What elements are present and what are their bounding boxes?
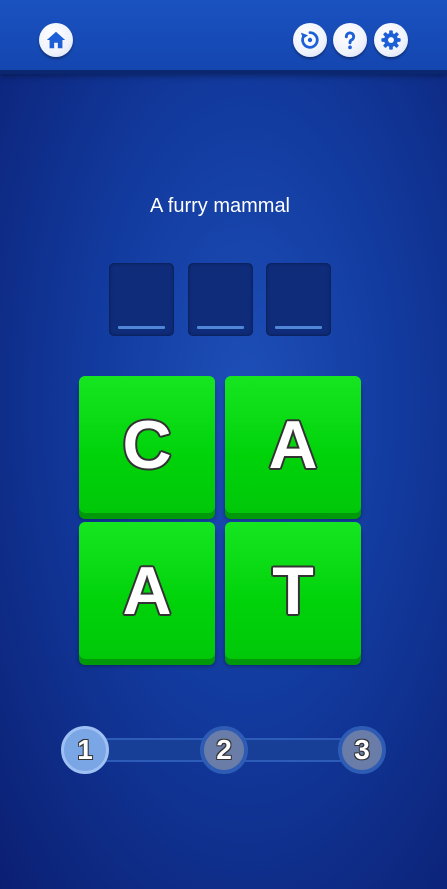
tile-letter: C [122, 406, 172, 483]
progress-step-3: 3 [338, 726, 386, 774]
tile-letter: A [268, 406, 318, 483]
top-bar [0, 0, 447, 74]
restart-button[interactable] [293, 23, 327, 57]
help-button[interactable] [333, 23, 367, 57]
slot-underline [197, 326, 244, 329]
progress-step-2: 2 [200, 726, 248, 774]
home-icon [46, 31, 66, 49]
settings-button[interactable] [374, 23, 408, 57]
clue-text: A furry mammal [149, 195, 291, 217]
restart-icon [300, 31, 319, 49]
home-button[interactable] [39, 23, 73, 57]
progress-step-1: 1 [61, 726, 109, 774]
tile-letter: A [122, 552, 172, 629]
answer-slot[interactable] [109, 263, 174, 336]
tile-letter: T [272, 552, 314, 629]
settings-icon [381, 30, 401, 50]
slot-underline [118, 326, 165, 329]
letter-tile[interactable]: A [79, 522, 215, 659]
answer-slot[interactable] [188, 263, 253, 336]
letter-tile[interactable]: T [225, 522, 361, 659]
letter-tile[interactable]: C [79, 376, 215, 513]
letter-tile[interactable]: A [225, 376, 361, 513]
help-icon [344, 31, 356, 50]
slot-underline [275, 326, 322, 329]
answer-slot[interactable] [266, 263, 331, 336]
